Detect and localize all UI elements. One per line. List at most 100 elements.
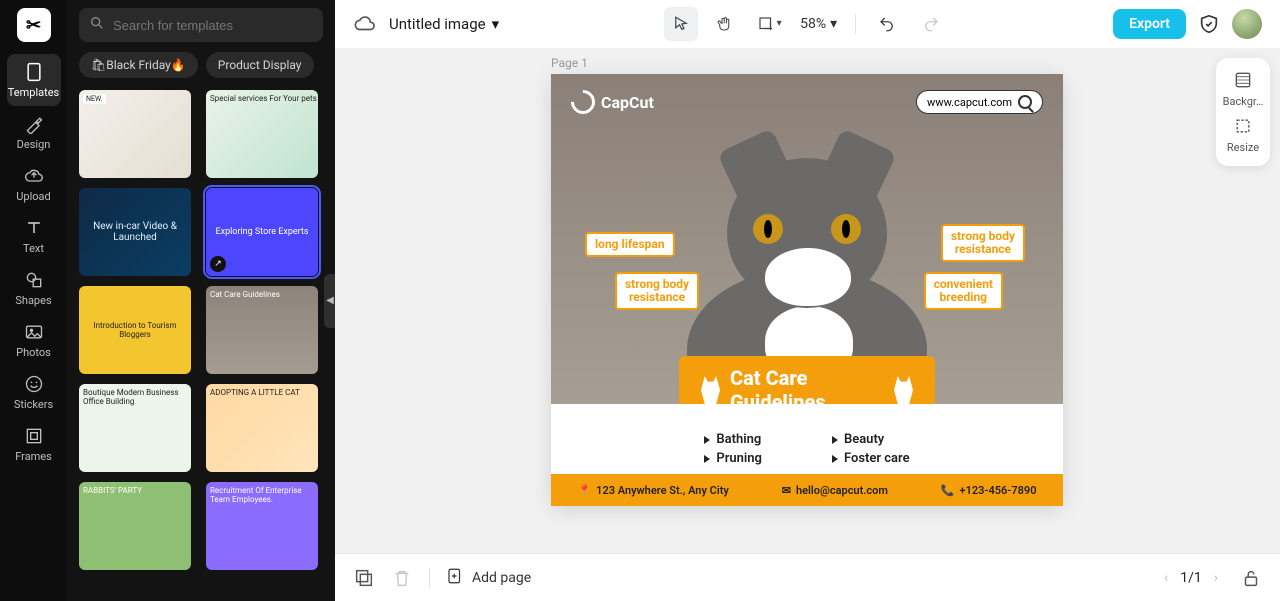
frames-icon: [23, 425, 45, 447]
export-button[interactable]: Export: [1113, 9, 1186, 39]
rail-stickers[interactable]: Stickers: [7, 366, 61, 418]
template-thumb[interactable]: ADOPTING A LITTLE CAT: [206, 384, 318, 472]
hero-section: CapCut www.capcut.com long lifespan stro…: [551, 74, 1063, 404]
template-search[interactable]: [79, 8, 323, 42]
search-icon: [1018, 95, 1032, 109]
background-tool[interactable]: Backgr…: [1219, 66, 1267, 112]
crop-tool[interactable]: ▾: [752, 7, 786, 41]
template-thumb-selected[interactable]: Exploring Store Experts↗: [206, 188, 318, 276]
rail-label: Text: [23, 242, 44, 255]
rail-frames[interactable]: Frames: [7, 418, 61, 470]
chip-black-friday[interactable]: 🛍Black Friday🔥: [79, 52, 198, 78]
url-pill: www.capcut.com: [916, 90, 1043, 114]
rail-templates[interactable]: Templates: [7, 54, 61, 106]
footer-address: 📍123 Anywhere St., Any City: [577, 484, 728, 497]
feature-tag: strong bodyresistance: [615, 272, 699, 310]
bottom-bar: Add page ‹ 1/1 ›: [335, 553, 1280, 601]
go-icon[interactable]: ↗: [210, 256, 226, 272]
search-icon: [89, 15, 105, 35]
right-tool-panel: Backgr… Resize: [1216, 58, 1270, 166]
bullet-item: Foster care: [832, 451, 910, 466]
search-input[interactable]: [113, 18, 313, 33]
chevron-down-icon: ▾: [830, 16, 837, 32]
feature-tag: convenientbreeding: [924, 272, 1003, 310]
panel-collapse-handle[interactable]: ◀: [324, 274, 335, 328]
footer-phone: 📞+123-456-7890: [941, 484, 1037, 497]
phone-icon: 📞: [941, 484, 955, 497]
pin-icon: 📍: [577, 484, 591, 497]
rail-label: Templates: [8, 86, 59, 99]
chip-row: 🛍Black Friday🔥 Product Display: [79, 52, 323, 78]
cat-silhouette-icon: [894, 376, 913, 404]
photos-icon: [23, 321, 45, 343]
rail-label: Shapes: [15, 294, 51, 307]
templates-icon: [23, 61, 45, 83]
upload-icon: [23, 165, 45, 187]
template-thumb[interactable]: New in-car Video & Launched: [79, 188, 191, 276]
text-icon: [23, 217, 45, 239]
bullet-item: Beauty: [832, 432, 910, 447]
template-thumb[interactable]: Introduction to Tourism Bloggers: [79, 286, 191, 374]
divider: [429, 568, 430, 588]
add-page-button[interactable]: Add page: [446, 567, 531, 589]
canvas-area[interactable]: Page 1 Backgr… Resize CapCut www.capcut.…: [335, 48, 1280, 553]
bullet-item: Bathing: [704, 432, 762, 447]
bullet-item: Pruning: [704, 451, 762, 466]
cat-silhouette-icon: [701, 376, 720, 404]
chip-product-display[interactable]: Product Display: [206, 52, 314, 78]
rail-text[interactable]: Text: [7, 210, 61, 262]
rail-design[interactable]: Design: [7, 106, 61, 158]
resize-tool[interactable]: Resize: [1219, 112, 1267, 158]
main-area: Untitled image ▾ ▾ 58%▾ Export Page 1: [335, 0, 1280, 601]
template-thumb[interactable]: Recruitment Of Enterprise Team Employees…: [206, 482, 318, 570]
rail-upload[interactable]: Upload: [7, 158, 61, 210]
template-thumb[interactable]: Cat Care Guidelines: [206, 286, 318, 374]
topbar: Untitled image ▾ ▾ 58%▾ Export: [335, 0, 1280, 48]
cloud-sync-icon[interactable]: [353, 13, 375, 35]
lock-icon[interactable]: [1240, 567, 1262, 589]
rail-label: Photos: [16, 346, 51, 359]
rail-label: Design: [17, 138, 51, 151]
template-thumb[interactable]: Boutique Modern Business Office Building: [79, 384, 191, 472]
page-navigator: ‹ 1/1 ›: [1164, 567, 1262, 589]
divider: [855, 14, 856, 34]
rail-shapes[interactable]: Shapes: [7, 262, 61, 314]
trash-icon: [391, 567, 413, 589]
rail-label: Stickers: [14, 398, 53, 411]
next-page-button[interactable]: ›: [1214, 570, 1218, 586]
template-thumb[interactable]: Special services For Your pets: [206, 90, 318, 178]
layers-icon[interactable]: [353, 567, 375, 589]
brand-logo: CapCut: [571, 90, 654, 114]
templates-panel: 🛍Black Friday🔥 Product Display NEW. Spec…: [67, 0, 335, 601]
rail-label: Frames: [15, 450, 52, 463]
user-avatar[interactable]: [1232, 9, 1262, 39]
stickers-icon: [23, 373, 45, 395]
shapes-icon: [23, 269, 45, 291]
feature-tag: long lifespan: [585, 232, 675, 257]
app-logo[interactable]: ✂: [17, 8, 51, 42]
undo-button[interactable]: [870, 7, 904, 41]
add-page-icon: [446, 567, 464, 589]
shield-icon[interactable]: [1198, 13, 1220, 35]
rail-photos[interactable]: Photos: [7, 314, 61, 366]
redo-button[interactable]: [914, 7, 948, 41]
template-grid: NEW. Special services For Your pets New …: [79, 90, 323, 570]
feature-tag: strong bodyresistance: [941, 224, 1025, 262]
page-count: 1/1: [1180, 570, 1202, 586]
left-rail: ✂ Templates Design Upload Text Shapes Ph…: [0, 0, 67, 601]
resize-icon: [1233, 116, 1253, 139]
bullet-section: Bathing Pruning Beauty Foster care: [551, 404, 1063, 466]
template-thumb[interactable]: RABBITS' PARTY: [79, 482, 191, 570]
doc-footer: 📍123 Anywhere St., Any City ✉hello@capcu…: [551, 474, 1063, 506]
hand-tool[interactable]: [708, 7, 742, 41]
template-thumb[interactable]: NEW.: [79, 90, 191, 178]
design-icon: [23, 113, 45, 135]
document-title[interactable]: Untitled image ▾: [389, 15, 499, 33]
cursor-tool[interactable]: [664, 7, 698, 41]
rail-label: Upload: [16, 190, 50, 203]
prev-page-button[interactable]: ‹: [1164, 570, 1168, 586]
mail-icon: ✉: [782, 484, 791, 497]
canvas-document[interactable]: CapCut www.capcut.com long lifespan stro…: [551, 74, 1063, 506]
page-label: Page 1: [551, 56, 588, 70]
zoom-level[interactable]: 58%▾: [796, 16, 841, 32]
